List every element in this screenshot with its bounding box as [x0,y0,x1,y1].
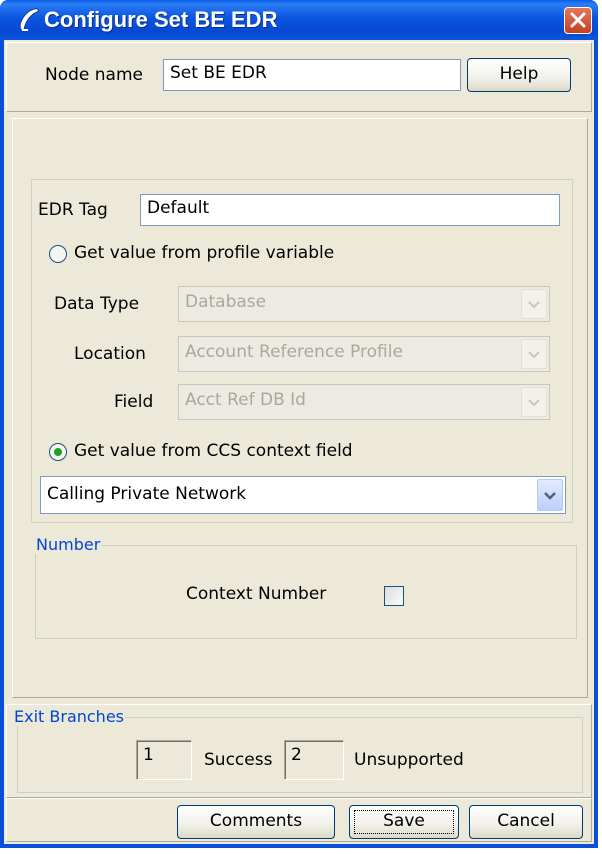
window-title: Configure Set BE EDR [44,7,278,32]
exit-branches-panel: 1 Success 2 Unsupported Exit Branches [6,704,592,798]
cancel-button[interactable]: Cancel [469,805,583,839]
footer-panel: Comments Save Cancel [6,798,592,842]
exit-branches-group: 1 Success 2 Unsupported [17,717,583,793]
comments-button[interactable]: Comments [177,805,335,839]
branch-2-label: Unsupported [354,750,464,770]
dialog-client: Node name Set BE EDR Help EDR Tag Defaul… [4,40,594,844]
context-number-checkbox[interactable] [384,586,404,606]
edr-group: EDR Tag Default Get value from profile v… [31,179,573,523]
save-button[interactable]: Save [349,805,459,839]
node-icon [19,8,39,31]
context-number-label: Context Number [186,584,327,604]
edr-tag-label: EDR Tag [38,200,108,220]
location-value: Account Reference Profile [185,342,403,362]
node-name-panel: Node name Set BE EDR Help [6,42,592,112]
data-type-value: Database [185,292,267,312]
dialog-window: Configure Set BE EDR Node name Set BE ED… [0,0,598,848]
branch-2-number: 2 [284,740,344,780]
close-button[interactable] [564,7,592,34]
radio-profile-variable[interactable] [48,244,68,264]
close-icon [570,12,586,28]
number-group: Context Number [35,545,577,639]
chevron-down-icon [521,289,547,319]
branch-1-number: 1 [136,740,192,780]
help-button[interactable]: Help [467,58,571,92]
node-name-label: Node name [45,65,143,85]
location-label: Location [74,344,146,364]
chevron-down-icon [521,387,547,417]
field-value: Acct Ref DB Id [185,390,306,410]
number-legend: Number [35,535,102,554]
config-panel: EDR Tag Default Get value from profile v… [12,118,588,698]
title-bar[interactable]: Configure Set BE EDR [0,0,598,40]
exit-branches-legend: Exit Branches [13,707,125,726]
data-type-label: Data Type [54,294,140,314]
field-select: Acct Ref DB Id [178,384,550,420]
chevron-down-icon[interactable] [537,479,563,511]
location-select: Account Reference Profile [178,336,550,372]
branch-1-label: Success [204,750,273,770]
radio-profile-label[interactable]: Get value from profile variable [74,243,334,263]
data-type-select: Database [178,286,550,322]
field-label: Field [114,392,154,412]
chevron-down-icon [521,339,547,369]
edr-tag-field[interactable]: Default [140,194,560,226]
ccs-context-select[interactable]: Calling Private Network [40,476,566,514]
node-name-field[interactable]: Set BE EDR [163,59,461,91]
radio-ccs-label[interactable]: Get value from CCS context field [74,441,353,461]
ccs-context-value: Calling Private Network [47,484,247,504]
radio-ccs-context-field[interactable] [48,442,68,462]
